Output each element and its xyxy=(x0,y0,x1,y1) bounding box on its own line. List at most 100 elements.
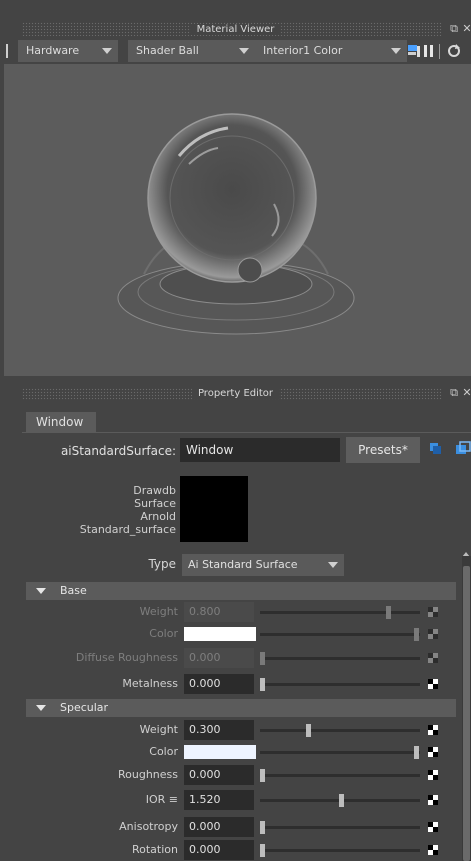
slider-thumb[interactable] xyxy=(260,652,265,665)
type-label: Type xyxy=(148,557,176,571)
attr-row-specular-color: Color xyxy=(26,741,456,763)
slider-thumb[interactable] xyxy=(260,844,265,857)
slider-thumb[interactable] xyxy=(414,628,419,641)
chevron-down-icon xyxy=(102,48,112,54)
slider-track[interactable] xyxy=(260,683,420,686)
attr-label: Color xyxy=(149,627,178,640)
refresh-icon[interactable] xyxy=(447,44,461,58)
section-title: Base xyxy=(60,584,87,597)
attr-label: Roughness xyxy=(117,768,178,781)
node-type-label: aiStandardSurface: xyxy=(60,444,176,458)
texture-map-icon[interactable] xyxy=(428,770,438,780)
slider-thumb[interactable] xyxy=(339,794,344,807)
tab-underline xyxy=(22,432,471,433)
node-name-field[interactable]: Window xyxy=(180,438,340,462)
texture-map-icon[interactable] xyxy=(428,795,438,805)
material-swatch[interactable] xyxy=(180,476,248,542)
section-header-specular[interactable]: Specular xyxy=(26,699,456,717)
attr-label: Weight xyxy=(139,605,178,618)
attr-row-diffuse-roughness: Diffuse Roughness 0.000 xyxy=(26,647,456,669)
material-preview-viewport[interactable] xyxy=(4,64,471,376)
material-viewer-title: Material Viewer xyxy=(0,24,471,35)
attr-row-base-color: Color xyxy=(26,623,456,645)
base-color-swatch[interactable] xyxy=(184,627,256,641)
environment-value: Interior1 Color xyxy=(263,44,343,57)
attr-row-specular-ior: IOR ≡ 1.520 xyxy=(26,789,456,811)
specular-weight-slider-thumb[interactable] xyxy=(306,724,311,737)
environment-dropdown[interactable]: Interior1 Color xyxy=(255,40,407,62)
renderer-dropdown[interactable]: Hardware xyxy=(18,40,118,62)
slider-track[interactable] xyxy=(260,657,420,660)
specular-rotation-field[interactable]: 0.000 xyxy=(184,840,254,860)
base-weight-slider-thumb[interactable] xyxy=(386,606,391,619)
geometry-value: Shader Ball xyxy=(136,44,199,57)
attr-label: Rotation xyxy=(131,843,178,856)
texture-map-icon[interactable] xyxy=(428,747,438,757)
texture-map-icon[interactable] xyxy=(428,679,438,689)
attr-row-specular-anisotropy: Anisotropy 0.000 xyxy=(26,816,456,838)
slider-track[interactable] xyxy=(260,774,420,777)
texture-map-icon[interactable] xyxy=(428,725,438,735)
slider-thumb[interactable] xyxy=(260,821,265,834)
specular-weight-field[interactable]: 0.300 xyxy=(184,720,254,740)
shader-ball-preview xyxy=(117,113,355,335)
texture-map-icon[interactable] xyxy=(428,629,438,639)
metalness-field[interactable]: 0.000 xyxy=(184,674,254,694)
focus-icon[interactable] xyxy=(428,441,442,455)
slider-track[interactable] xyxy=(260,751,420,754)
slider-track[interactable] xyxy=(260,611,420,614)
chevron-down-icon xyxy=(328,562,338,568)
section-header-base[interactable]: Base xyxy=(26,582,456,600)
swatch-label: Drawdb Surface Arnold Standard_surface xyxy=(79,484,176,536)
float-window-icon[interactable]: ⧉ xyxy=(447,386,461,400)
float-window-icon[interactable]: ⧉ xyxy=(447,22,461,36)
property-editor-title: Property Editor xyxy=(0,388,471,399)
attr-row-specular-rotation: Rotation 0.000 xyxy=(26,839,456,861)
toolbar-grip[interactable] xyxy=(6,44,8,58)
panel-splitter[interactable] xyxy=(0,376,471,384)
texture-map-icon[interactable] xyxy=(428,653,438,663)
specular-ior-field[interactable]: 1.520 xyxy=(184,790,254,810)
attr-row-metalness: Metalness 0.000 xyxy=(26,673,456,695)
presets-button[interactable]: Presets* xyxy=(346,437,420,463)
slider-thumb[interactable] xyxy=(414,746,419,759)
attr-row-base-weight: Weight 0.800 xyxy=(26,601,456,623)
material-viewer-toolbar: Hardware Shader Ball Interior1 Color xyxy=(6,40,471,62)
slider-track[interactable] xyxy=(260,849,420,852)
copy-tab-icon[interactable] xyxy=(455,441,471,455)
expand-triangle-icon xyxy=(36,588,46,594)
base-weight-field[interactable]: 0.800 xyxy=(184,602,254,622)
attr-label: Diffuse Roughness xyxy=(75,651,178,664)
render-icon[interactable] xyxy=(407,43,421,59)
slider-thumb[interactable] xyxy=(260,769,265,782)
texture-map-icon[interactable] xyxy=(428,607,438,617)
specular-anisotropy-field[interactable]: 0.000 xyxy=(184,817,254,837)
slider-track[interactable] xyxy=(260,633,420,636)
toolbar-separator xyxy=(439,44,440,59)
type-value: Ai Standard Surface xyxy=(188,558,298,571)
geometry-dropdown[interactable]: Shader Ball xyxy=(128,40,255,62)
attr-label: Metalness xyxy=(122,677,178,690)
slider-thumb[interactable] xyxy=(260,678,265,691)
specular-roughness-field[interactable]: 0.000 xyxy=(184,765,254,785)
chevron-down-icon xyxy=(391,48,401,54)
chevron-down-icon xyxy=(239,48,249,54)
expand-triangle-icon xyxy=(36,705,46,711)
scrollbar-thumb[interactable] xyxy=(463,566,470,861)
slider-track[interactable] xyxy=(260,729,420,732)
specular-color-swatch[interactable] xyxy=(184,745,256,759)
tab-window[interactable]: Window xyxy=(26,412,96,432)
type-dropdown[interactable]: Ai Standard Surface xyxy=(182,554,344,576)
slider-track[interactable] xyxy=(260,826,420,829)
attr-row-specular-roughness: Roughness 0.000 xyxy=(26,764,456,786)
texture-map-icon[interactable] xyxy=(428,822,438,832)
close-icon[interactable]: ✕ xyxy=(460,386,471,400)
diffuse-roughness-field[interactable]: 0.000 xyxy=(184,648,254,668)
close-icon[interactable]: ✕ xyxy=(460,22,471,36)
attr-label: Weight xyxy=(139,723,178,736)
attr-row-specular-weight: Weight 0.300 xyxy=(26,719,456,741)
attr-label: Anisotropy xyxy=(119,820,178,833)
section-title: Specular xyxy=(60,701,109,714)
pause-icon[interactable] xyxy=(423,45,435,57)
texture-map-icon[interactable] xyxy=(428,845,438,855)
